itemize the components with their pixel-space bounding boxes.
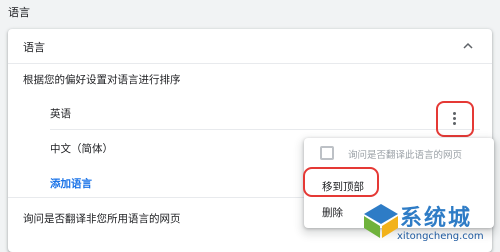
language-row-english: 英语 bbox=[50, 96, 480, 130]
card-title: 语言 bbox=[23, 41, 45, 54]
highlight-annotation bbox=[303, 167, 379, 197]
language-name: 中文（简体） bbox=[50, 143, 113, 155]
translate-checkbox-row[interactable]: 询问是否翻译此语言的网页 bbox=[304, 138, 494, 168]
translate-checkbox-label: 询问是否翻译此语言的网页 bbox=[348, 150, 463, 161]
more-actions-button[interactable] bbox=[436, 101, 474, 137]
card-header[interactable]: 语言 bbox=[8, 29, 492, 64]
watermark-brand: 系统城 bbox=[400, 206, 473, 231]
sort-description: 根据您的偏好设置对语言进行排序 bbox=[23, 74, 181, 86]
more-vert-icon bbox=[453, 112, 457, 127]
watermark: 系统城 xitongcheng.com bbox=[362, 198, 494, 246]
chevron-up-icon[interactable] bbox=[462, 40, 474, 52]
language-name: 英语 bbox=[50, 108, 71, 120]
delete-menu-item[interactable]: 删除 bbox=[322, 205, 343, 220]
add-language-link[interactable]: 添加语言 bbox=[50, 176, 92, 191]
watermark-url: xitongcheng.com bbox=[397, 231, 484, 242]
translate-checkbox[interactable] bbox=[320, 146, 334, 160]
section-title: 语言 bbox=[8, 6, 30, 19]
watermark-logo-icon bbox=[364, 204, 398, 238]
ask-translate-label: 询问是否翻译非您所用语言的网页 bbox=[23, 213, 181, 225]
